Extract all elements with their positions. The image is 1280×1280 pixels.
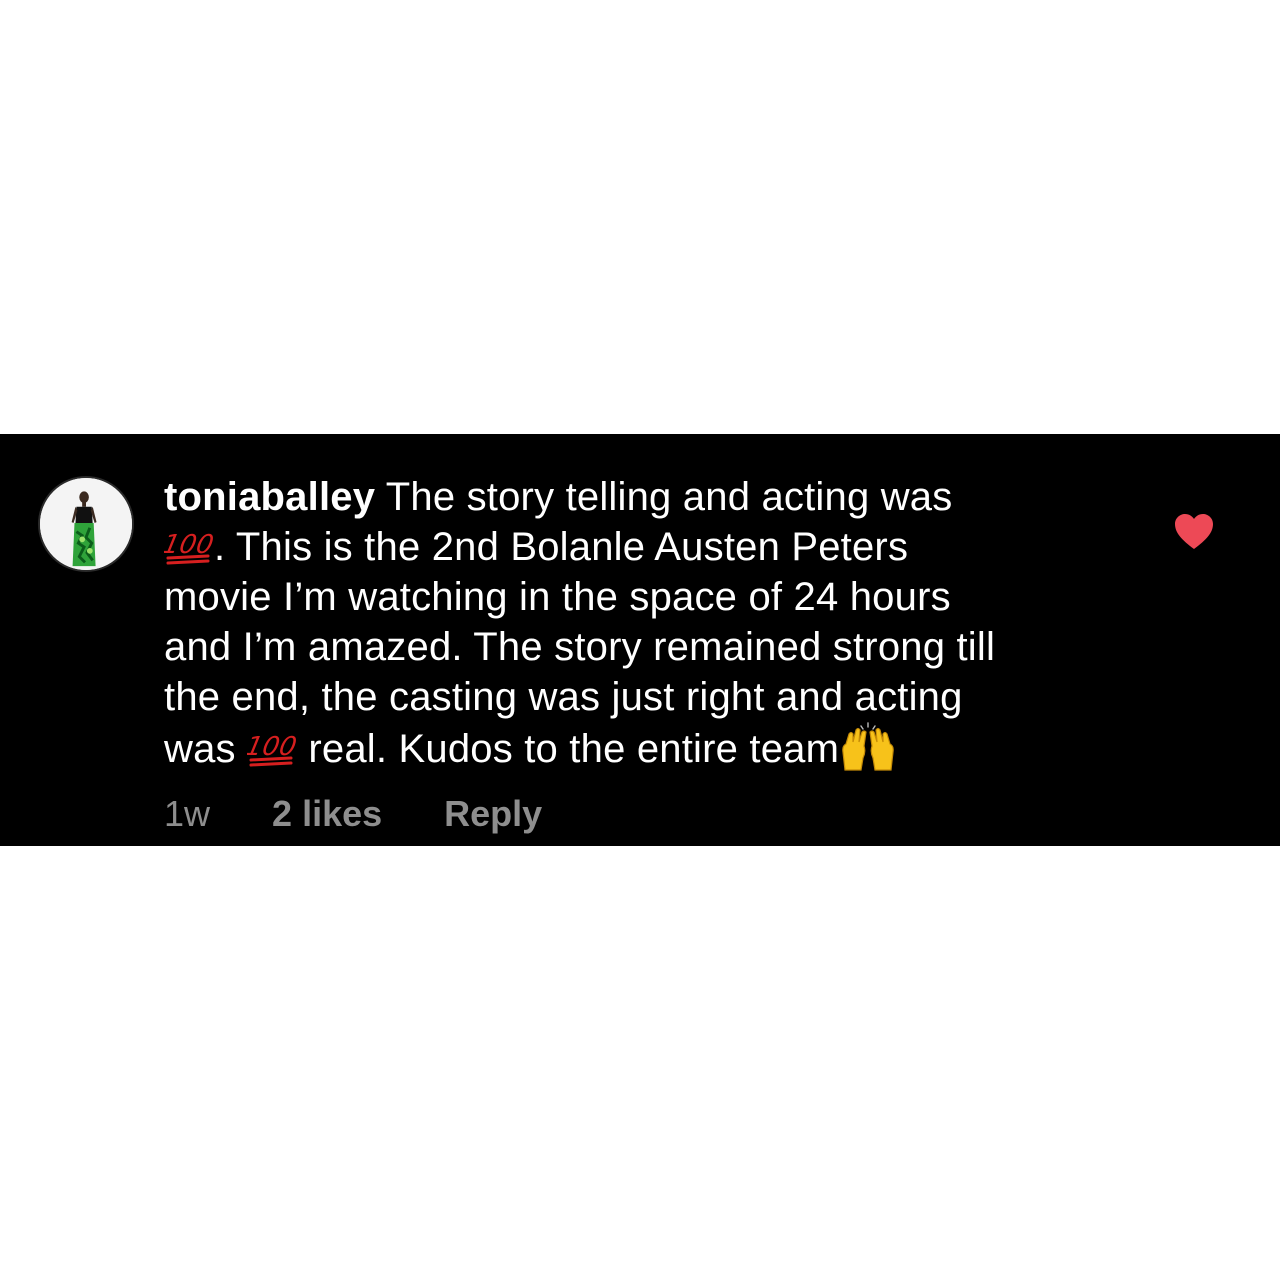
like-button[interactable] bbox=[1172, 510, 1216, 554]
heart-icon bbox=[1175, 514, 1213, 549]
comment-line-6: was 100 real. Kudos to the entire team bbox=[164, 722, 1124, 774]
comment-line-3: movie I’m watching in the space of 24 ho… bbox=[164, 575, 951, 619]
comment-text-segment: was bbox=[164, 727, 236, 771]
comment-text-segment: real. Kudos to the entire team bbox=[297, 727, 840, 771]
comment-text: toniaballey The story telling and acting… bbox=[164, 472, 1124, 774]
comment-timestamp: 1w bbox=[164, 793, 211, 834]
likes-count[interactable]: 2 likes bbox=[272, 794, 382, 834]
raising-hands-emoji-icon bbox=[842, 722, 894, 771]
avatar-photo-icon bbox=[40, 478, 132, 570]
comment-text-segment: . This is the 2nd Bolanle Austen Peters bbox=[214, 525, 909, 569]
comment-line-5: the end, the casting was just right and … bbox=[164, 675, 963, 719]
comment-username[interactable]: toniaballey bbox=[164, 475, 375, 519]
hundred-points-emoji-icon: 100 bbox=[164, 530, 214, 565]
comment-line-1: toniaballey The story telling and acting… bbox=[164, 472, 1124, 522]
page: toniaballey The story telling and acting… bbox=[0, 0, 1280, 1280]
comment-meta: 1w 2 likes Reply bbox=[164, 794, 542, 834]
comment-line-4: and I’m amazed. The story remained stron… bbox=[164, 625, 996, 669]
comment-line-2: 100 . This is the 2nd Bolanle Austen Pet… bbox=[164, 522, 1124, 572]
reply-button[interactable]: Reply bbox=[444, 794, 542, 834]
comment-text-segment: The story telling and acting was bbox=[375, 475, 953, 519]
hundred-points-emoji-icon: 100 bbox=[247, 732, 297, 767]
comment-panel: toniaballey The story telling and acting… bbox=[0, 434, 1280, 846]
avatar[interactable] bbox=[38, 476, 134, 572]
